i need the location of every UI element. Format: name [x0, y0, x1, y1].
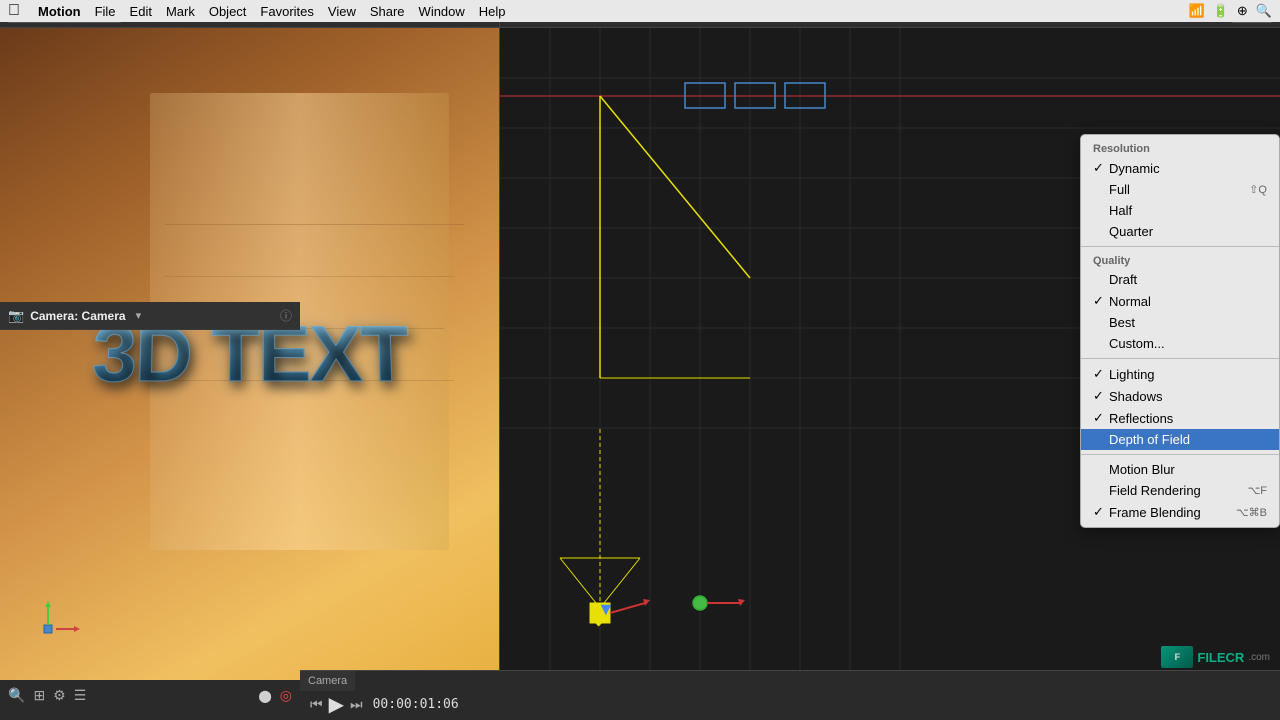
quality-draft[interactable]: Draft [1081, 269, 1279, 290]
camera-position-marker: ◆ [594, 614, 603, 628]
playback-controls: ⏮ ▶ ⏭ [310, 692, 363, 717]
motion-blur-item[interactable]: Motion Blur [1081, 459, 1279, 480]
watermark-domain: .com [1248, 652, 1270, 663]
bluetooth-icon: ⊕ [1237, 3, 1248, 19]
dynamic-label: Dynamic [1109, 161, 1267, 176]
camera-props-dropdown-icon[interactable]: ▾ [136, 309, 142, 322]
menu-help[interactable]: Help [479, 4, 506, 19]
z-arrow [45, 601, 51, 607]
shadows-item[interactable]: ✓ Shadows [1081, 385, 1279, 407]
record-motion-btn[interactable]: ◎ [280, 687, 292, 704]
app-name[interactable]: Motion [38, 4, 81, 19]
x-arrow [74, 626, 80, 632]
resolution-dynamic[interactable]: ✓ Dynamic [1081, 157, 1279, 179]
bottom-btn4[interactable]: ☰ [74, 687, 87, 704]
axis-svg [20, 597, 80, 657]
resolution-full[interactable]: Full ⇧Q [1081, 179, 1279, 200]
timeline-bar: Camera ⏮ ▶ ⏭ 00:00:01:06 F FILECR .com [300, 670, 1280, 720]
draft-label: Draft [1109, 272, 1267, 287]
settings-btn[interactable]: ⚙ [53, 687, 66, 704]
field-label: Field Rendering [1109, 483, 1248, 498]
watermark-text: FILECR [1197, 650, 1244, 665]
search-btn[interactable]: 🔍 [8, 687, 25, 704]
dof-label: Depth of Field [1109, 432, 1267, 447]
play-button[interactable]: ▶ [329, 692, 344, 717]
menubar-right-icons: 📶 🔋 ⊕ 🔍 [1189, 3, 1272, 19]
render-menu-divider-1 [1081, 246, 1279, 247]
best-label: Best [1109, 315, 1267, 330]
resolution-quarter[interactable]: Quarter [1081, 221, 1279, 242]
quality-best[interactable]: Best [1081, 312, 1279, 333]
render-dropdown-menu: Resolution ✓ Dynamic Full ⇧Q Half Quarte… [1080, 134, 1280, 528]
camera-props-header: 📷 Camera: Camera ▾ ⓘ [0, 302, 300, 330]
depth-of-field-item[interactable]: Depth of Field [1081, 429, 1279, 450]
timeline-controls-row: ⏮ ▶ ⏭ 00:00:01:06 [310, 692, 1270, 717]
shadows-label: Shadows [1109, 389, 1267, 404]
camera-props-info-icon[interactable]: ⓘ [280, 307, 292, 324]
menu-edit[interactable]: Edit [130, 4, 152, 19]
record-btn[interactable]: ⊞ [33, 687, 45, 704]
watermark-logo: F [1161, 646, 1193, 668]
quality-normal[interactable]: ✓ Normal [1081, 290, 1279, 312]
page-line-1 [165, 224, 464, 225]
menu-window[interactable]: Window [419, 4, 465, 19]
menu-object[interactable]: Object [209, 4, 247, 19]
apple-menu[interactable]:  [8, 2, 20, 20]
reflections-label: Reflections [1109, 411, 1267, 426]
custom-label: Custom... [1109, 336, 1267, 351]
menu-favorites[interactable]: Favorites [260, 4, 313, 19]
wifi-icon: 📶 [1189, 3, 1205, 19]
resolution-section-label: Resolution [1081, 139, 1279, 157]
render-menu-divider-2 [1081, 358, 1279, 359]
normal-label: Normal [1109, 294, 1267, 309]
shadows-check: ✓ [1093, 388, 1109, 404]
search-menubar-icon[interactable]: 🔍 [1256, 3, 1272, 19]
motion-blur-label: Motion Blur [1109, 462, 1267, 477]
frame-label: Frame Blending [1109, 505, 1236, 520]
frame-shortcut: ⌥⌘B [1236, 506, 1267, 519]
lighting-item[interactable]: ✓ Lighting [1081, 363, 1279, 385]
go-to-end-button[interactable]: ⏭ [350, 696, 363, 713]
render-menu-divider-3 [1081, 454, 1279, 455]
camera-header-icon: 📷 [8, 308, 24, 324]
menu-view[interactable]: View [328, 4, 356, 19]
menu-mark[interactable]: Mark [166, 4, 195, 19]
axis-arrows [20, 597, 80, 660]
camera-props-title: Camera: Camera [30, 309, 125, 323]
menubar:  Motion File Edit Mark Object Favorites… [0, 0, 1280, 22]
watermark: F FILECR .com [1161, 646, 1270, 668]
battery-icon: 🔋 [1213, 3, 1229, 19]
field-shortcut: ⌥F [1248, 484, 1267, 497]
go-to-start-button[interactable]: ⏮ [310, 696, 323, 713]
half-label: Half [1109, 203, 1267, 218]
dynamic-check: ✓ [1093, 160, 1109, 176]
resolution-half[interactable]: Half [1081, 200, 1279, 221]
quality-custom[interactable]: Custom... [1081, 333, 1279, 354]
origin-box [44, 625, 52, 633]
frame-blending-item[interactable]: ✓ Frame Blending ⌥⌘B [1081, 501, 1279, 523]
page-line-2 [165, 276, 454, 277]
menu-file[interactable]: File [95, 4, 116, 19]
field-rendering-item[interactable]: Field Rendering ⌥F [1081, 480, 1279, 501]
lighting-check: ✓ [1093, 366, 1109, 382]
timecode-display: 00:00:01:06 [373, 697, 459, 712]
quarter-label: Quarter [1109, 224, 1267, 239]
frame-check: ✓ [1093, 504, 1109, 520]
timeline-camera-label: Camera [300, 671, 355, 691]
normal-check: ✓ [1093, 293, 1109, 309]
reflections-item[interactable]: ✓ Reflections [1081, 407, 1279, 429]
viewport-canvas: 3D TEXT [0, 28, 499, 680]
lighting-label: Lighting [1109, 367, 1267, 382]
menu-share[interactable]: Share [370, 4, 405, 19]
full-shortcut: ⇧Q [1249, 183, 1267, 196]
camera-viewport: 📷 Active Camera ▾ 📹 ⊕ ↻ ☰ 3D TEXT [0, 0, 500, 680]
full-label: Full [1109, 182, 1249, 197]
keyframe-btn[interactable]: ⬤ [258, 689, 271, 703]
reflections-check: ✓ [1093, 410, 1109, 426]
timeline-camera-text: Camera [308, 675, 347, 687]
quality-section-label: Quality [1081, 251, 1279, 269]
